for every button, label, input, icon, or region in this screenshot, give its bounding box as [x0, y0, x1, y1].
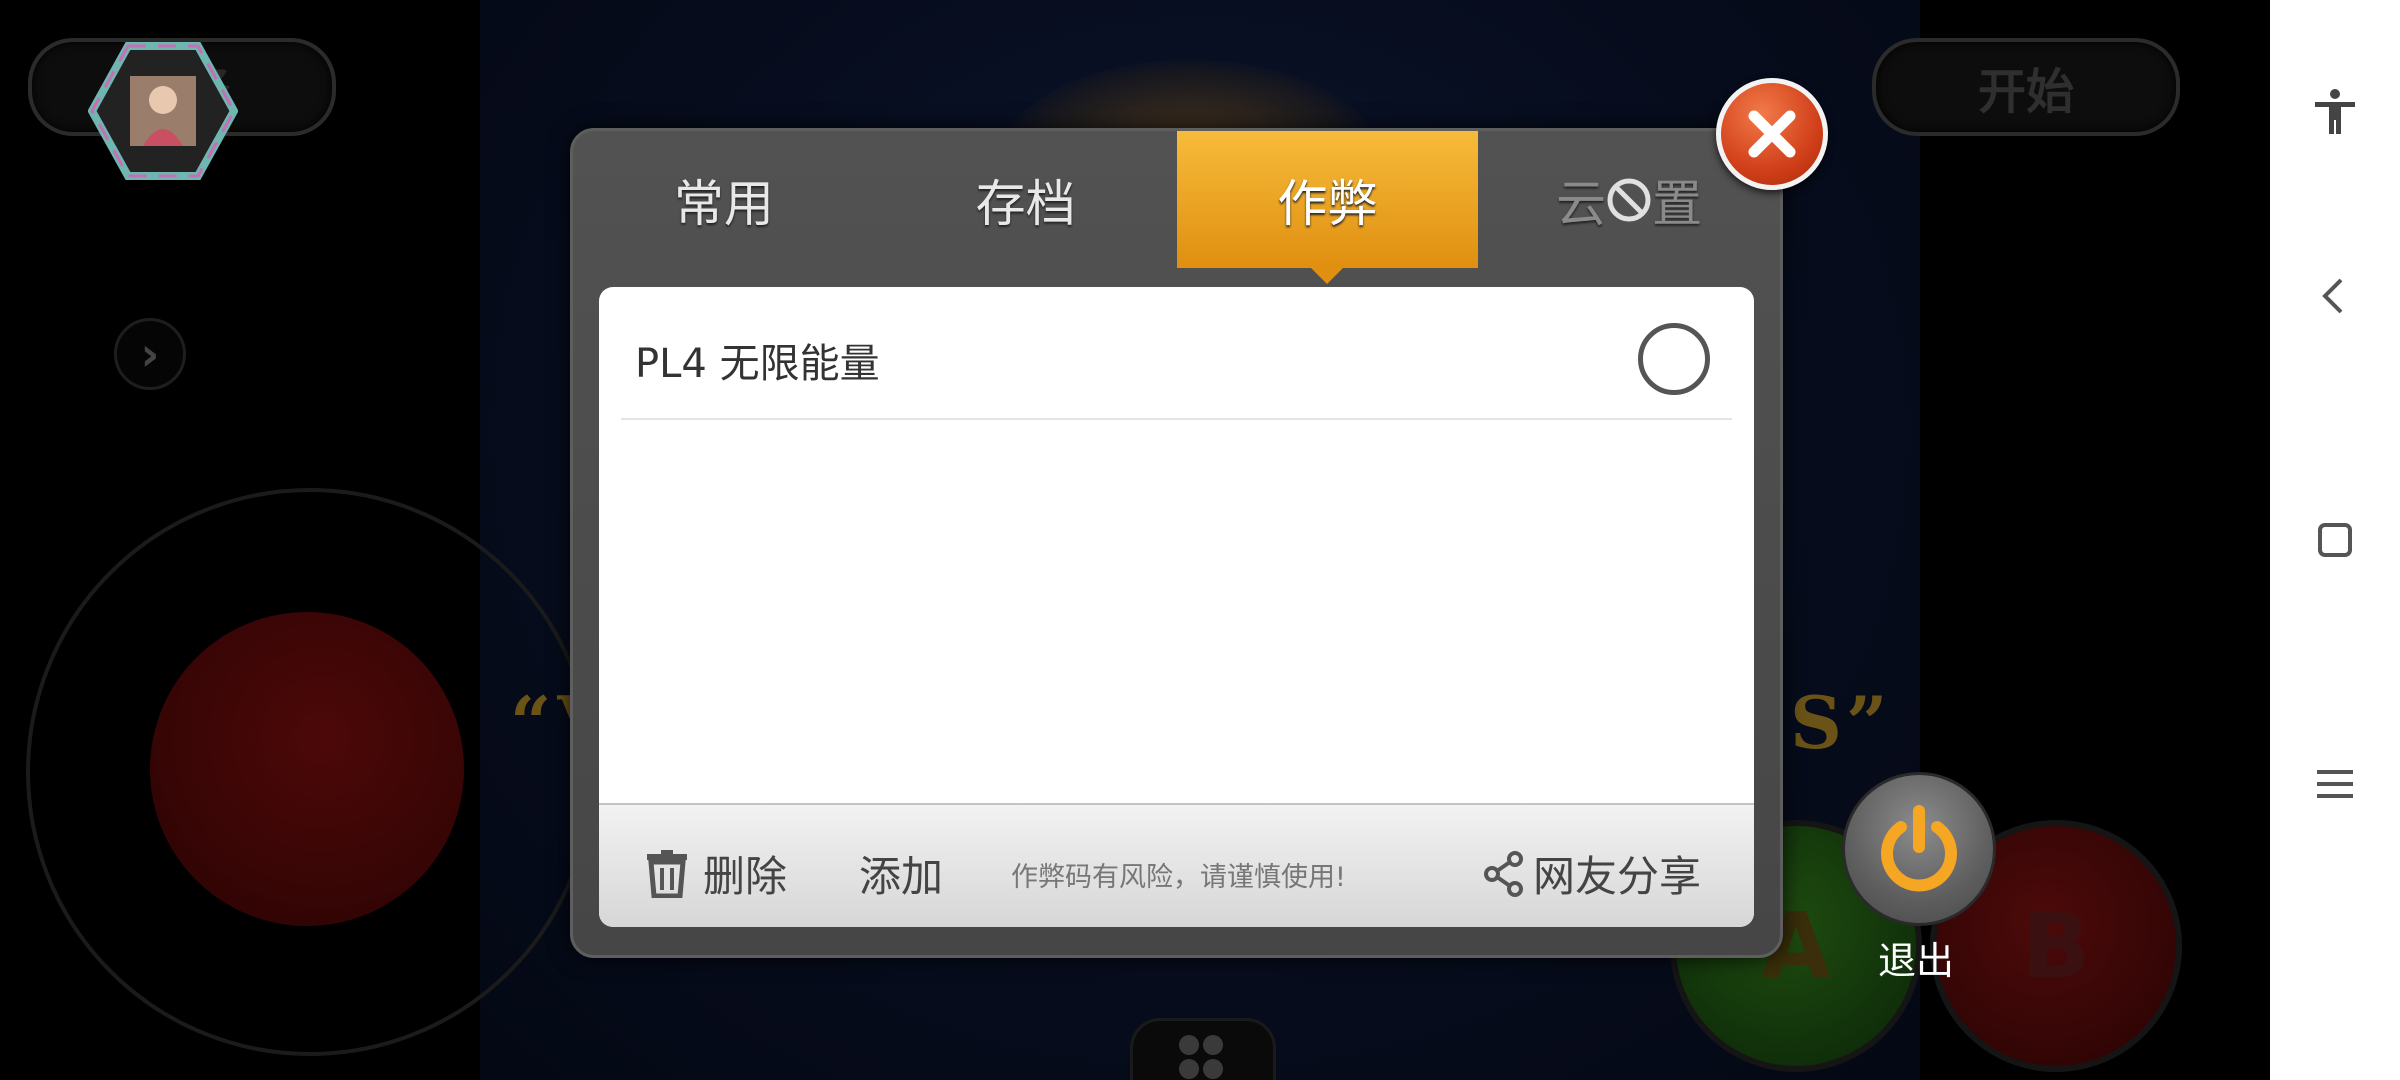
tab-common[interactable]: 常用: [573, 131, 875, 268]
share-label: 网友分享: [1533, 852, 1702, 901]
home-icon[interactable]: [2311, 516, 2359, 564]
chevron-right-icon: ›: [140, 327, 160, 381]
share-button[interactable]: 网友分享: [1483, 843, 1701, 904]
exit-label: 退出: [1877, 939, 1954, 983]
joystick-knob[interactable]: [150, 612, 464, 926]
close-icon: [1748, 110, 1796, 158]
tab-saves-label: 存档: [975, 174, 1076, 233]
tab-saves[interactable]: 存档: [875, 131, 1177, 268]
add-button[interactable]: 添加: [859, 843, 943, 904]
tab-cloud-prefix: 云: [1556, 174, 1607, 233]
cheat-dialog: 常用 存档 作弊 云 置 PL4 无限能量 删除 添加 作弊码有风险，请谨慎使用…: [570, 128, 1783, 958]
exit-button[interactable]: [1842, 772, 1996, 926]
cheat-list-panel: PL4 无限能量 删除 添加 作弊码有风险，请谨慎使用! 网友分享: [599, 287, 1754, 927]
expand-arrow-button[interactable]: ›: [114, 318, 186, 390]
grid-dots-icon: [1179, 1035, 1225, 1080]
cheat-label: PL4 无限能量: [635, 341, 880, 387]
tab-cheats[interactable]: 作弊: [1176, 131, 1479, 284]
tab-common-label: 常用: [673, 174, 774, 233]
no-sign-icon: [1607, 178, 1651, 221]
risk-warning-text: 作弊码有风险，请谨慎使用!: [1011, 862, 1346, 893]
list-item[interactable]: PL4 无限能量: [621, 287, 1732, 420]
start-button[interactable]: 开始: [1872, 38, 2180, 136]
menu-tab[interactable]: [1130, 1018, 1276, 1080]
add-label: 添加: [859, 852, 944, 901]
power-icon: [1881, 805, 1957, 892]
system-nav-bar: [2270, 0, 2400, 1080]
start-button-label: 开始: [1977, 64, 2074, 120]
share-icon: [1484, 850, 1523, 897]
tab-cheats-label: 作弊: [1277, 174, 1378, 233]
game-banner-text-right: S”: [1790, 680, 1892, 765]
delete-label: 删除: [703, 852, 788, 901]
trash-icon: [647, 849, 687, 898]
close-button[interactable]: [1716, 78, 1828, 190]
cheat-toggle[interactable]: [1638, 323, 1710, 395]
cheat-toolbar: 删除 添加 作弊码有风险，请谨慎使用! 网友分享: [599, 803, 1754, 927]
avatar[interactable]: [88, 42, 238, 180]
tab-cloud-suffix: 置: [1652, 174, 1703, 233]
b-button-label: B: [2021, 893, 2091, 999]
back-icon[interactable]: [2311, 272, 2359, 320]
accessibility-icon[interactable]: [2311, 88, 2359, 136]
recents-icon[interactable]: [2311, 760, 2359, 808]
dialog-tabs: 常用 存档 作弊 云 置: [573, 131, 1780, 284]
delete-button[interactable]: 删除: [645, 843, 787, 904]
